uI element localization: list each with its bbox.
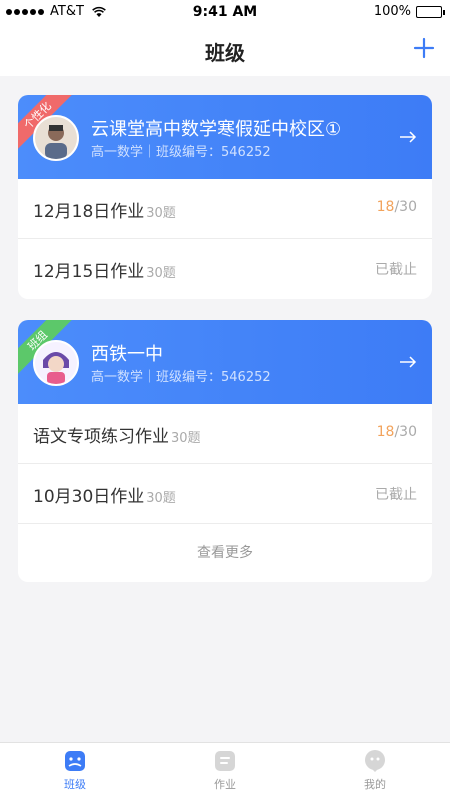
- class-card: 个性化 云课堂高中数学寒假延中校区① 高一数学｜班级编号：546252 12月1…: [18, 95, 432, 299]
- page-title: 班级: [205, 41, 245, 65]
- tab-homework[interactable]: 作业: [175, 749, 275, 792]
- homework-title: 10月30日作业: [33, 487, 145, 507]
- tab-class[interactable]: 班级: [25, 749, 125, 792]
- class-icon: [65, 751, 85, 771]
- class-name: 西铁一中: [91, 344, 163, 365]
- battery-percent: 100%: [373, 4, 411, 19]
- status-right: 100%: [373, 4, 445, 19]
- class-meta: 高一数学｜班级编号：546252: [91, 145, 271, 160]
- arrow-right-icon[interactable]: [398, 127, 418, 147]
- arrow-right-icon[interactable]: [398, 352, 418, 372]
- class-header[interactable]: 班组 西铁一中 高一数学｜班级编号：546252: [18, 320, 432, 404]
- homework-total: /30: [394, 199, 417, 215]
- homework-icon: [215, 751, 235, 771]
- homework-count: 30题: [146, 266, 176, 281]
- class-avatar: [33, 115, 79, 161]
- homework-status: 已截止: [375, 487, 417, 503]
- tab-label: 班级: [64, 778, 86, 791]
- homework-count: 30题: [171, 431, 201, 446]
- homework-row[interactable]: 12月18日作业 30题 18/30: [18, 179, 432, 239]
- tab-label: 作业: [214, 778, 236, 791]
- nav-bar: 班级: [0, 24, 450, 76]
- homework-done: 18: [376, 424, 395, 440]
- homework-row[interactable]: 12月15日作业 30题 已截止: [18, 239, 432, 299]
- homework-progress: 18/30: [377, 199, 417, 215]
- class-name: 云课堂高中数学寒假延中校区①: [91, 119, 342, 140]
- homework-total: /30: [394, 424, 417, 440]
- class-header[interactable]: 个性化 云课堂高中数学寒假延中校区① 高一数学｜班级编号：546252: [18, 95, 432, 179]
- homework-done: 18: [376, 199, 395, 215]
- homework-status: 已截止: [375, 262, 417, 278]
- homework-title: 语文专项练习作业: [33, 427, 169, 447]
- status-bar: AT&T 9:41 AM 100%: [0, 0, 450, 24]
- tab-bar: 班级 作业 我的: [0, 742, 450, 800]
- class-meta: 高一数学｜班级编号：546252: [91, 370, 271, 385]
- tab-profile[interactable]: 我的: [325, 749, 425, 792]
- homework-progress: 18/30: [377, 424, 417, 440]
- homework-title: 12月15日作业: [33, 262, 145, 282]
- homework-count: 30题: [146, 491, 176, 506]
- homework-count: 30题: [146, 206, 176, 221]
- view-more-button[interactable]: 查看更多: [18, 524, 432, 582]
- battery-icon: [416, 5, 445, 18]
- homework-row[interactable]: 10月30日作业 30题 已截止: [18, 464, 432, 524]
- homework-row[interactable]: 语文专项练习作业 30题 18/30: [18, 404, 432, 464]
- tab-label: 我的: [364, 778, 386, 791]
- class-avatar: [33, 340, 79, 386]
- class-card: 班组 西铁一中 高一数学｜班级编号：546252 语文专项练习作业 30题 18/…: [18, 320, 432, 582]
- homework-title: 12月18日作业: [33, 202, 145, 222]
- plus-icon[interactable]: [412, 36, 436, 60]
- profile-icon: [365, 750, 385, 772]
